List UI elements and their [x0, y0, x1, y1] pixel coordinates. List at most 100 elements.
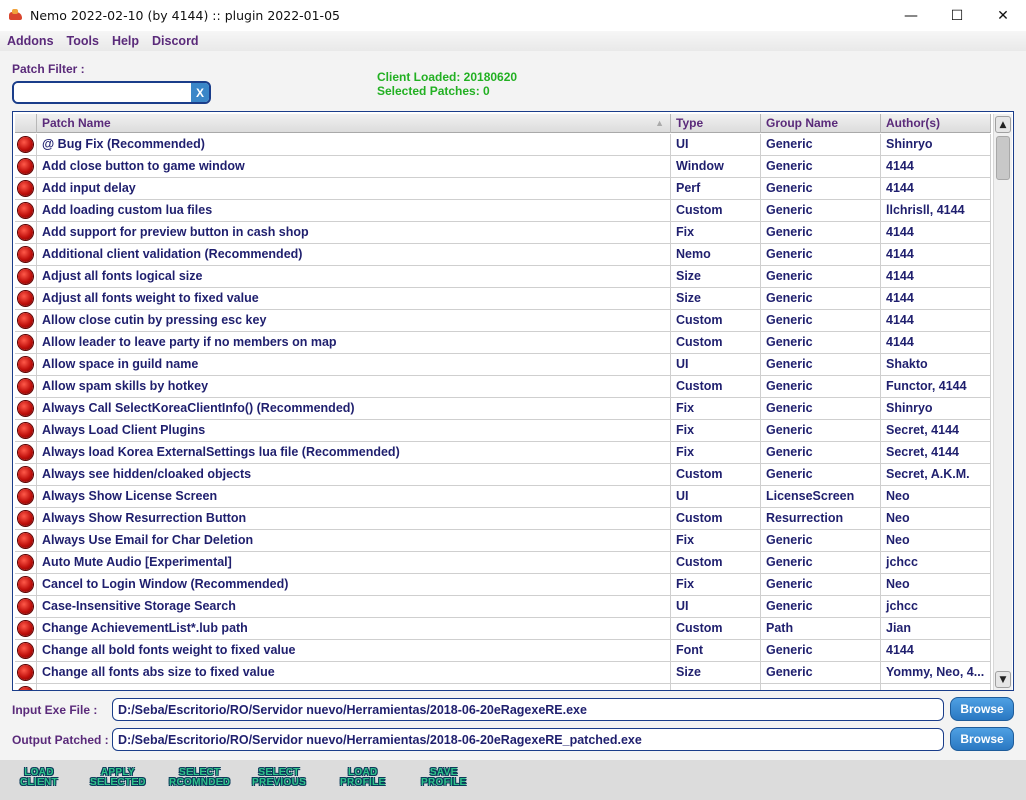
group-name-cell: Generic: [761, 420, 881, 441]
close-button[interactable]: ✕: [980, 0, 1026, 31]
patch-state-cell[interactable]: [15, 222, 37, 243]
scroll-thumb[interactable]: [996, 136, 1010, 180]
menu-tools[interactable]: Tools: [67, 34, 99, 48]
table-row[interactable]: Change all bold fonts weight to fixed va…: [15, 640, 991, 662]
patch-state-cell[interactable]: [15, 156, 37, 177]
table-row[interactable]: Cancel to Login Window (Recommended) Fix G…: [15, 574, 991, 596]
patch-state-cell[interactable]: [15, 574, 37, 595]
patch-name-cell: Cancel to Login Window (Recommended): [37, 574, 671, 595]
output-patched-field[interactable]: [112, 728, 944, 751]
group-name-cell: Generic: [761, 288, 881, 309]
patch-state-cell[interactable]: [15, 640, 37, 661]
authors-cell: 4144: [881, 244, 991, 265]
patch-state-cell[interactable]: [15, 332, 37, 353]
type-cell: Nemo: [671, 244, 761, 265]
patch-name-cell: Additional client validation (Recommende…: [37, 244, 671, 265]
patch-state-cell[interactable]: [15, 508, 37, 529]
table-row[interactable]: Always Show Resurrection Button Custom Res…: [15, 508, 991, 530]
red-dot-icon: [18, 489, 33, 504]
table-row[interactable]: Allow close cutin by pressing esc key Cus…: [15, 310, 991, 332]
scroll-up-arrow-icon[interactable]: ▲: [995, 116, 1011, 133]
table-row[interactable]: [15, 684, 991, 690]
patch-state-cell[interactable]: [15, 530, 37, 551]
group-name-cell: Generic: [761, 222, 881, 243]
authors-cell: jchcc: [881, 596, 991, 617]
patch-state-cell[interactable]: [15, 134, 37, 155]
table-scrollbar[interactable]: ▲ ▼: [993, 114, 1012, 690]
table-row[interactable]: Add loading custom lua files Custom Generi…: [15, 200, 991, 222]
load-client-button[interactable]: LOAD CLIENT: [20, 768, 58, 788]
header-state[interactable]: [15, 114, 37, 133]
table-row[interactable]: Always Use Email for Char Deletion Fix Gen…: [15, 530, 991, 552]
red-dot-icon: [18, 203, 33, 218]
table-row[interactable]: Adjust all fonts logical size Size Generic…: [15, 266, 991, 288]
table-row[interactable]: Change AchievementList*.lub path Custom Pa…: [15, 618, 991, 640]
patch-state-cell[interactable]: [15, 420, 37, 441]
table-row[interactable]: Always Show License Screen UI LicenseScree…: [15, 486, 991, 508]
menu-discord[interactable]: Discord: [152, 34, 199, 48]
type-cell: Size: [671, 662, 761, 683]
patch-state-cell[interactable]: [15, 398, 37, 419]
browse-output-button[interactable]: Browse: [950, 727, 1014, 751]
save-profile-button[interactable]: SAVE PROFILE: [421, 768, 466, 788]
minimize-button[interactable]: —: [888, 0, 934, 31]
table-row[interactable]: Add input delay Perf Generic 4144: [15, 178, 991, 200]
header-group-name[interactable]: Group Name: [761, 114, 881, 133]
table-row[interactable]: Always see hidden/cloaked objects Custom G…: [15, 464, 991, 486]
patch-state-cell[interactable]: [15, 552, 37, 573]
type-cell: Custom: [671, 310, 761, 331]
patch-state-cell[interactable]: [15, 464, 37, 485]
patch-state-cell[interactable]: [15, 178, 37, 199]
apply-selected-button[interactable]: APPLY SELECTED: [90, 768, 146, 788]
header-authors[interactable]: Author(s): [881, 114, 991, 133]
select-recommended-button[interactable]: SELECT RCOMNDED: [169, 768, 230, 788]
scroll-down-arrow-icon[interactable]: ▼: [995, 671, 1011, 688]
patch-state-cell[interactable]: [15, 618, 37, 639]
table-row[interactable]: Case-Insensitive Storage Search UI Generic…: [15, 596, 991, 618]
browse-input-button[interactable]: Browse: [950, 697, 1014, 721]
table-row[interactable]: Adjust all fonts weight to fixed value Si…: [15, 288, 991, 310]
select-previous-line2: PREVIOUS: [252, 777, 307, 788]
table-row[interactable]: Allow space in guild name UI Generic Shakto: [15, 354, 991, 376]
input-exe-field[interactable]: [112, 698, 944, 721]
table-row[interactable]: Additional client validation (Recommende…: [15, 244, 991, 266]
patch-state-cell[interactable]: [15, 200, 37, 221]
maximize-button[interactable]: ☐: [934, 0, 980, 31]
table-row[interactable]: Add support for preview button in cash s…: [15, 222, 991, 244]
patch-state-cell[interactable]: [15, 288, 37, 309]
red-dot-icon: [18, 159, 33, 174]
table-row[interactable]: Change all fonts abs size to fixed value…: [15, 662, 991, 684]
patch-state-cell[interactable]: [15, 596, 37, 617]
table-row[interactable]: Allow leader to leave party if no member…: [15, 332, 991, 354]
patch-state-cell[interactable]: [15, 442, 37, 463]
group-name-cell: Generic: [761, 640, 881, 661]
patch-state-cell[interactable]: [15, 376, 37, 397]
filter-clear-button[interactable]: X: [191, 83, 209, 102]
table-row[interactable]: Always load Korea ExternalSettings lua f…: [15, 442, 991, 464]
load-profile-button[interactable]: LOAD PROFILE: [340, 768, 385, 788]
header-patch-name[interactable]: Patch Name ▲: [37, 114, 671, 133]
patch-state-cell[interactable]: [15, 354, 37, 375]
patch-state-cell[interactable]: [15, 662, 37, 683]
table-row[interactable]: @ Bug Fix (Recommended) UI Generic Shinryo: [15, 134, 991, 156]
patch-name-cell: Add support for preview button in cash s…: [37, 222, 671, 243]
patch-filter-input[interactable]: [14, 83, 192, 102]
table-row[interactable]: Add close button to game window Window Gen…: [15, 156, 991, 178]
table-row[interactable]: Auto Mute Audio [Experimental] Custom Gene…: [15, 552, 991, 574]
table-row[interactable]: Always Load Client Plugins Fix Generic Secr…: [15, 420, 991, 442]
sort-arrow-icon: ▲: [655, 118, 664, 128]
table-row[interactable]: Always Call SelectKoreaClientInfo() (Rec…: [15, 398, 991, 420]
select-previous-button[interactable]: SELECT PREVIOUS: [252, 768, 306, 788]
type-cell: Custom: [671, 332, 761, 353]
authors-cell: 4144: [881, 266, 991, 287]
patch-state-cell[interactable]: [15, 244, 37, 265]
patch-state-cell[interactable]: [15, 486, 37, 507]
patch-state-cell[interactable]: [15, 684, 37, 690]
patch-state-cell[interactable]: [15, 310, 37, 331]
menu-addons[interactable]: Addons: [7, 34, 54, 48]
header-type[interactable]: Type: [671, 114, 761, 133]
table-row[interactable]: Allow spam skills by hotkey Custom Generic…: [15, 376, 991, 398]
patch-state-cell[interactable]: [15, 266, 37, 287]
red-dot-icon: [18, 379, 33, 394]
menu-help[interactable]: Help: [112, 34, 139, 48]
